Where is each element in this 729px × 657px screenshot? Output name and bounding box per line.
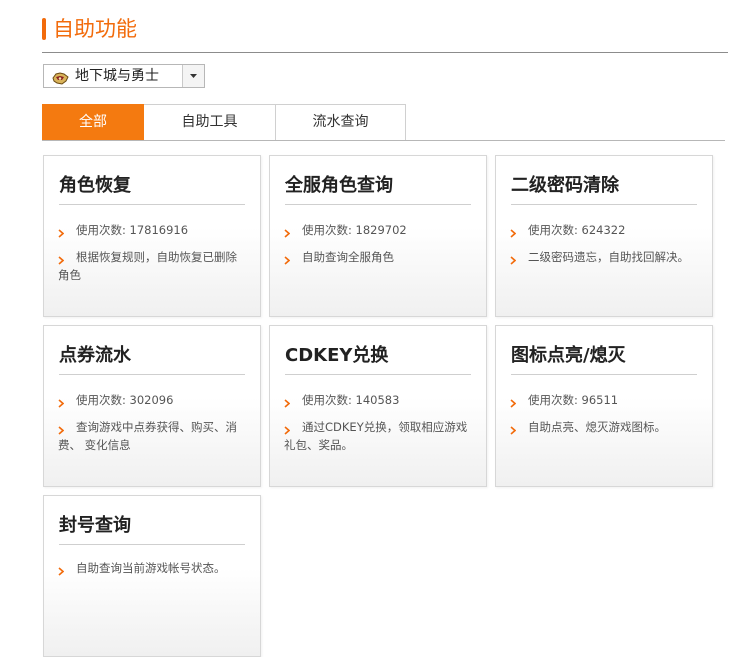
usage-row: 使用次数: 96511 [510,391,698,409]
description-row: 自助查询全服角色 [284,248,472,266]
description-row: 根据恢复规则，自助恢复已删除角色 [58,248,246,284]
section-header: 自助功能 [42,14,728,53]
chevron-right-icon [284,225,291,243]
chevron-right-icon [284,395,291,413]
game-select-value: 地下城与勇士 [75,68,159,84]
title-accent-bar [42,18,46,40]
usage-row: 使用次数: 17816916 [58,221,246,239]
card-description: 通过CDKEY兑换，领取相应游戏礼包、奖品。 [284,420,468,452]
tab-bar: 全部 自助工具 流水查询 [42,104,725,141]
card-title: CDKEY兑换 [285,343,471,375]
usage-row: 使用次数: 302096 [58,391,246,409]
card-title: 点券流水 [59,343,245,375]
description-row: 自助查询当前游戏帐号状态。 [58,559,246,577]
description-row: 查询游戏中点券获得、购买、消费、 变化信息 [58,418,246,454]
card-description: 自助点亮、熄灭游戏图标。 [528,420,666,434]
card-title: 全服角色查询 [285,173,471,205]
tab-all[interactable]: 全部 [42,104,144,140]
usage-count: 17816916 [129,223,189,237]
usage-label: 使用次数: [76,393,126,407]
chevron-right-icon [510,252,517,270]
usage-row: 使用次数: 624322 [510,221,698,239]
chevron-right-icon [58,395,65,413]
usage-count: 1829702 [355,223,407,237]
card-cdkey-redeem[interactable]: CDKEY兑换 使用次数: 140583 通过CDKEY兑换，领取相应游戏礼包、… [269,325,487,487]
card-description: 二级密码遗忘，自助找回解决。 [528,250,689,264]
chevron-right-icon [58,252,65,270]
card-description: 根据恢复规则，自助恢复已删除角色 [58,250,237,282]
card-description: 自助查询全服角色 [302,250,394,264]
card-description: 自助查询当前游戏帐号状态。 [76,561,226,575]
card-second-password-clear[interactable]: 二级密码清除 使用次数: 624322 二级密码遗忘，自助找回解决。 [495,155,713,317]
card-title: 图标点亮/熄灭 [511,343,697,375]
usage-label: 使用次数: [302,223,352,237]
tab-flow-query[interactable]: 流水查询 [275,104,406,140]
usage-row: 使用次数: 1829702 [284,221,472,239]
chevron-right-icon [510,225,517,243]
description-row: 自助点亮、熄灭游戏图标。 [510,418,698,436]
description-row: 二级密码遗忘，自助找回解决。 [510,248,698,266]
tab-self-service-tools[interactable]: 自助工具 [144,104,276,140]
chevron-right-icon [284,422,291,440]
card-title: 角色恢复 [59,173,245,205]
usage-count: 624322 [581,223,626,237]
card-title: 二级密码清除 [511,173,697,205]
chevron-right-icon [58,225,65,243]
usage-count: 96511 [581,393,619,407]
card-ban-query[interactable]: 封号查询 自助查询当前游戏帐号状态。 [43,495,261,657]
card-server-role-query[interactable]: 全服角色查询 使用次数: 1829702 自助查询全服角色 [269,155,487,317]
usage-row: 使用次数: 140583 [284,391,472,409]
card-description: 查询游戏中点券获得、购买、消费、 变化信息 [58,420,237,452]
usage-count: 302096 [129,393,174,407]
game-select[interactable]: 地下城与勇士 [43,64,205,88]
chevron-right-icon [284,252,291,270]
chevron-right-icon [510,422,517,440]
usage-count: 140583 [355,393,400,407]
card-title: 封号查询 [59,513,245,545]
card-role-restore[interactable]: 角色恢复 使用次数: 17816916 根据恢复规则，自助恢复已删除角色 [43,155,261,317]
usage-label: 使用次数: [302,393,352,407]
usage-label: 使用次数: [528,393,578,407]
chevron-right-icon [510,395,517,413]
chevron-right-icon [58,422,65,440]
usage-label: 使用次数: [76,223,126,237]
chevron-right-icon [58,563,65,581]
page-title: 自助功能 [53,17,137,41]
card-icon-toggle[interactable]: 图标点亮/熄灭 使用次数: 96511 自助点亮、熄灭游戏图标。 [495,325,713,487]
usage-label: 使用次数: [528,223,578,237]
description-row: 通过CDKEY兑换，领取相应游戏礼包、奖品。 [284,418,472,454]
dropdown-arrow-icon[interactable] [182,65,204,87]
card-coupon-flow[interactable]: 点券流水 使用次数: 302096 查询游戏中点券获得、购买、消费、 变化信息 [43,325,261,487]
game-logo-icon [52,70,69,85]
